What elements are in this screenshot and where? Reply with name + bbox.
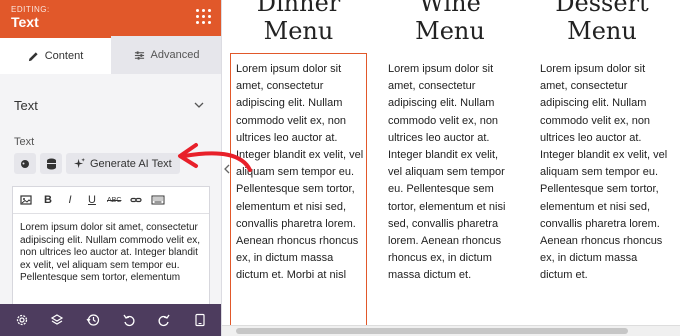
generate-ai-text-label: Generate AI Text [90, 157, 172, 170]
layers-icon[interactable] [48, 311, 66, 329]
gear-icon[interactable] [13, 311, 31, 329]
column-title: Dessert Menu [555, 0, 649, 45]
device-preview-icon[interactable] [191, 311, 209, 329]
field-label: Text [14, 136, 35, 148]
horizontal-scrollbar[interactable] [222, 325, 680, 336]
editing-label: EDITING: [11, 5, 50, 14]
undo-icon[interactable] [120, 311, 138, 329]
generate-ai-text-button[interactable]: Generate AI Text [66, 153, 180, 174]
module-title: Text [11, 14, 39, 30]
database-button[interactable] [40, 153, 62, 174]
tab-advanced-label: Advanced [150, 49, 200, 61]
section-title: Text [14, 98, 38, 113]
sparkle-icon [74, 158, 85, 169]
redo-icon[interactable] [155, 311, 173, 329]
panel-header: EDITING: Text [0, 0, 221, 36]
tab-content-label: Content [44, 50, 84, 62]
rich-text-editor[interactable]: B I U ABC Lorem ipsum dolor sit amet, co… [12, 186, 210, 306]
column-text[interactable]: Lorem ipsum dolor sit amet, consectetur … [540, 61, 668, 285]
add-media-icon[interactable] [19, 194, 33, 206]
grid-icon[interactable] [196, 9, 212, 25]
scrollbar-thumb[interactable] [236, 328, 628, 334]
history-icon[interactable] [84, 311, 102, 329]
page-preview: Dinner Menu Wine Menu Dessert Menu Lorem… [222, 0, 680, 336]
keyboard-icon[interactable] [151, 194, 165, 206]
bottom-toolbar [0, 304, 221, 336]
italic-button[interactable]: I [63, 194, 77, 206]
column-title: Wine Menu [415, 0, 485, 45]
strikethrough-button[interactable]: ABC [107, 197, 121, 204]
text-tools-row: Generate AI Text [14, 153, 180, 175]
underline-button[interactable]: U [85, 194, 99, 206]
database-icon [46, 158, 56, 169]
column-title: Dinner Menu [256, 0, 341, 45]
pointer-arrow-annotation [178, 143, 252, 172]
tab-advanced[interactable]: Advanced [111, 36, 221, 74]
pencil-icon [28, 51, 38, 61]
tab-content[interactable]: Content [0, 36, 111, 74]
column-text[interactable]: Lorem ipsum dolor sit amet, consectetur … [388, 61, 514, 285]
sliders-icon [134, 50, 144, 60]
editor-toolbar: B I U ABC [13, 187, 209, 214]
chevron-down-icon[interactable] [193, 99, 205, 111]
editor-content[interactable]: Lorem ipsum dolor sit amet, consectetur … [13, 214, 209, 285]
panel-tabs: Content Advanced [0, 36, 221, 74]
bold-button[interactable]: B [41, 194, 55, 206]
dynamic-content-button[interactable] [14, 153, 36, 174]
magic-hand-icon [21, 159, 29, 168]
link-icon[interactable] [129, 194, 143, 206]
